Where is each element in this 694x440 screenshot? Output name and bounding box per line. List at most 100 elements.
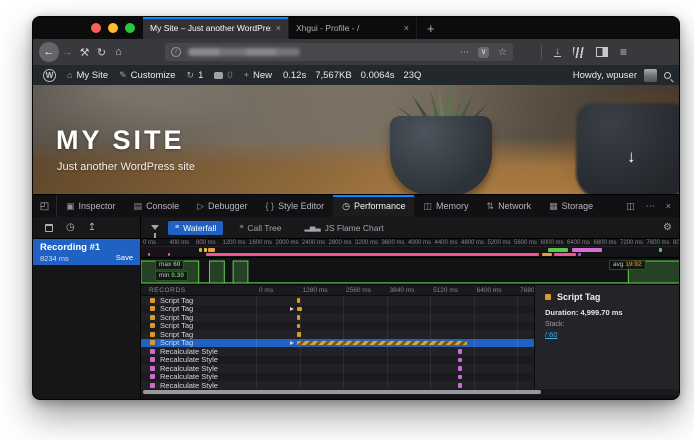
pick-element-icon[interactable]: ◰: [33, 195, 57, 217]
forward-button[interactable]: →: [59, 46, 76, 58]
overview-tick-label: 2800 ms: [329, 240, 352, 246]
expander-arrow-icon[interactable]: [290, 341, 296, 345]
reload-button[interactable]: ↻: [93, 46, 110, 59]
devtools-tab[interactable]: ▷ Debugger: [188, 195, 256, 217]
framerate-graph[interactable]: max 60 min 0.30 avg 19.92: [141, 257, 680, 285]
user-avatar[interactable]: [644, 69, 657, 82]
overview-tick-label: 6800 ms: [594, 240, 617, 246]
back-button[interactable]: ←: [39, 42, 59, 62]
minimize-window-button[interactable]: [108, 23, 118, 33]
browser-tab[interactable]: Xhgui - Profile - / ×: [289, 17, 417, 39]
devtools-tab[interactable]: ⇅ Network: [478, 195, 541, 217]
query-monitor-stats[interactable]: 0.12s7,567KB0.0064s23Q: [283, 70, 421, 81]
howdy-user[interactable]: Howdy, wpuser: [573, 70, 637, 81]
adminbar-comments[interactable]: 0: [214, 70, 232, 81]
dock-icon[interactable]: ◫: [626, 201, 635, 212]
home-icon: ⌂: [67, 70, 72, 80]
script-tag-icon: [150, 315, 155, 320]
devtools-tab-icon: ▣: [66, 201, 75, 212]
overview-marker: [148, 253, 150, 257]
page-actions-icon[interactable]: ⋯: [460, 47, 469, 58]
waterfall-bar[interactable]: [297, 341, 467, 346]
devtools-tab[interactable]: { } Style Editor: [257, 195, 334, 217]
url-bar[interactable]: i ⋯ ∨ ☆: [165, 43, 513, 61]
devtools-tab[interactable]: ▣ Inspector: [57, 195, 125, 217]
devtools-close-icon[interactable]: ×: [666, 201, 671, 211]
tab-close-icon[interactable]: ×: [404, 23, 409, 33]
tools-icon[interactable]: ⚒: [76, 46, 93, 59]
overview-tick-label: 6400 ms: [567, 240, 590, 246]
waterfall-tick-label: 1280 ms: [303, 287, 328, 294]
adminbar-new[interactable]: + New: [244, 70, 272, 81]
adminbar-my-site[interactable]: ⌂ My Site: [67, 70, 108, 81]
overview-tick-label: 2400 ms: [302, 240, 325, 246]
devtools-tab[interactable]: ▤ Console: [125, 195, 189, 217]
record-type-swatch: [545, 294, 551, 300]
waterfall-bar[interactable]: [458, 349, 462, 354]
browser-tab[interactable]: My Site – Just another WordPress s ×: [143, 17, 289, 39]
search-icon[interactable]: [664, 72, 671, 79]
script-tag-icon: [150, 298, 155, 303]
waterfall-bar[interactable]: [458, 366, 462, 371]
adminbar-customize[interactable]: ✎ Customize: [119, 70, 175, 81]
waterfall-gridline: [387, 296, 388, 389]
overview-tick-label: 4800 ms: [461, 240, 484, 246]
adminbar-updates[interactable]: ↻ 1: [187, 70, 204, 81]
library-icon[interactable]: [573, 47, 584, 58]
stat-value: 7,567KB: [315, 70, 351, 81]
tab-title: Xhgui - Profile - /: [296, 23, 399, 33]
pocket-icon[interactable]: ∨: [478, 47, 489, 58]
sidebar-toggle-icon[interactable]: [596, 47, 608, 57]
downloads-icon[interactable]: ↓: [554, 47, 561, 57]
devtools-more-icon[interactable]: ⋯: [646, 201, 655, 212]
overview-tick-label: 4400 ms: [435, 240, 458, 246]
performance-view-tab[interactable]: ≡ Waterfall: [168, 221, 223, 235]
overview-tick-label: 0 ms: [143, 240, 156, 246]
scroll-down-arrow[interactable]: ↓: [627, 147, 636, 167]
recording-item[interactable]: Recording #1 8234 ms Save: [33, 239, 140, 265]
waterfall-bar[interactable]: [458, 375, 462, 380]
record-detail-panel: Script Tag Duration: 4,999.70 ms Stack: …: [534, 285, 680, 389]
traffic-lights[interactable]: [33, 17, 143, 39]
overview-tick-label: 4000 ms: [408, 240, 431, 246]
zoom-window-button[interactable]: [125, 23, 135, 33]
performance-view-tab[interactable]: ≡ Call Tree: [232, 221, 288, 235]
waterfall-tick-label: 6400 ms: [477, 287, 502, 294]
toolbar-separator: [541, 45, 542, 59]
scrollbar-thumb[interactable]: [143, 390, 541, 394]
performance-view-tab[interactable]: ▂▅▃ JS Flame Chart: [297, 221, 390, 235]
devtools-tab[interactable]: ◫ Memory: [414, 195, 477, 217]
devtools-tab[interactable]: ▦ Storage: [540, 195, 602, 217]
new-tab-button[interactable]: +: [417, 17, 445, 39]
save-recording-link[interactable]: Save: [116, 253, 133, 262]
script-tag-icon: [150, 340, 155, 345]
overview-marker: [168, 253, 170, 257]
gear-icon[interactable]: ⚙: [663, 222, 672, 233]
bookmark-star-icon[interactable]: ☆: [498, 47, 507, 58]
filter-icon[interactable]: [151, 225, 159, 230]
record-clock-icon[interactable]: ◷: [66, 222, 75, 233]
home-button[interactable]: ⌂: [110, 46, 127, 58]
overview-markers-track[interactable]: [141, 247, 680, 257]
recalculate-style-icon: [150, 366, 155, 371]
site-info-icon[interactable]: i: [171, 47, 181, 57]
waterfall-bar[interactable]: [458, 383, 462, 388]
menu-icon[interactable]: ≡: [620, 45, 627, 59]
stack-frame-link[interactable]: /:60: [545, 330, 680, 339]
detail-stack-label: Stack:: [545, 321, 680, 328]
devtools-tab[interactable]: ◷ Performance: [333, 195, 414, 217]
waterfall-tick-label: 2560 ms: [346, 287, 371, 294]
waterfall-bar[interactable]: [458, 358, 462, 363]
tab-close-icon[interactable]: ×: [276, 23, 281, 33]
devtools-tab-icon: ⇅: [487, 201, 495, 212]
waterfall-tick-label: 0 ms: [259, 287, 273, 294]
import-recording-icon[interactable]: ↥: [88, 222, 96, 233]
wordpress-logo-icon[interactable]: W: [43, 69, 56, 82]
close-window-button[interactable]: [91, 23, 101, 33]
devtools-tab-icon: ▤: [134, 201, 143, 212]
clear-recordings-icon[interactable]: [45, 224, 53, 232]
navigation-toolbar: ← → ⚒ ↻ ⌂ i ⋯ ∨ ☆ ↓ ≡: [33, 39, 680, 65]
expander-arrow-icon[interactable]: [290, 307, 296, 311]
tab-bar: My Site – Just another WordPress s × Xhg…: [33, 17, 680, 39]
pencil-icon: ✎: [119, 70, 127, 81]
